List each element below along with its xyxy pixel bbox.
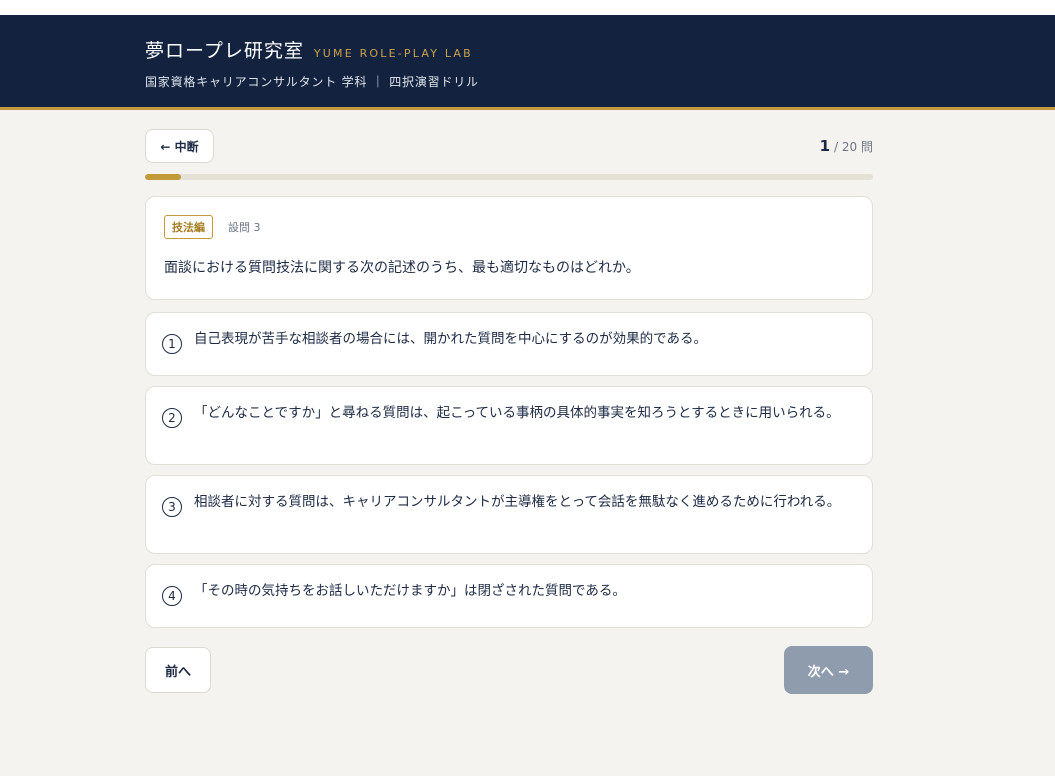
total-questions: / 20 問: [834, 140, 873, 154]
site-header: 夢ロープレ研究室 YUME ROLE-PLAY LAB 国家資格キャリアコンサル…: [0, 15, 1055, 110]
progress-fill: [145, 174, 182, 180]
current-question-number: 1: [819, 137, 831, 155]
quit-button[interactable]: ← 中断: [145, 129, 214, 163]
answer-option-2[interactable]: 2 「どんなことですか」と尋ねる質問は、起こっている事柄の具体的事実を知ろうとす…: [145, 386, 873, 465]
option-number-icon: 3: [162, 497, 182, 517]
previous-button[interactable]: 前へ: [145, 647, 211, 693]
question-counter: 1 / 20 問: [820, 137, 873, 155]
question-text: 面談における質問技法に関する次の記述のうち、最も適切なものはどれか。: [164, 260, 640, 276]
question-number: 設問 3: [228, 221, 261, 234]
brand: 夢ロープレ研究室 YUME ROLE-PLAY LAB: [145, 36, 473, 63]
category-tag: 技法編: [164, 215, 213, 239]
option-number-icon: 4: [162, 586, 182, 606]
option-text: 「その時の気持ちをお話しいただけますか」は閉ざされた質問である。: [194, 583, 626, 599]
option-number-icon: 2: [162, 408, 182, 428]
option-text: 相談者に対する質問は、キャリアコンサルタントが主導権をとって会話を無駄なく進める…: [194, 494, 841, 510]
next-button[interactable]: 次へ →: [784, 646, 873, 694]
answer-option-4[interactable]: 4 「その時の気持ちをお話しいただけますか」は閉ざされた質問である。: [145, 564, 873, 628]
option-text: 自己表現が苦手な相談者の場合には、開かれた質問を中心にするのが効果的である。: [194, 331, 707, 347]
site-tagline: 国家資格キャリアコンサルタント 学科 ｜ 四択演習ドリル: [145, 75, 479, 89]
top-strip: [0, 0, 1055, 15]
option-text: 「どんなことですか」と尋ねる質問は、起こっている事柄の具体的事実を知ろうとすると…: [194, 405, 840, 421]
answer-option-1[interactable]: 1 自己表現が苦手な相談者の場合には、開かれた質問を中心にするのが効果的である。: [145, 312, 873, 376]
progress-bar: [145, 174, 873, 180]
option-number-icon: 1: [162, 334, 182, 354]
answer-option-3[interactable]: 3 相談者に対する質問は、キャリアコンサルタントが主導権をとって会話を無駄なく進…: [145, 475, 873, 554]
site-title: 夢ロープレ研究室: [145, 40, 304, 62]
question-card: 技法編 設問 3 面談における質問技法に関する次の記述のうち、最も適切なものはど…: [145, 196, 873, 300]
site-subtitle: YUME ROLE-PLAY LAB: [313, 47, 473, 60]
